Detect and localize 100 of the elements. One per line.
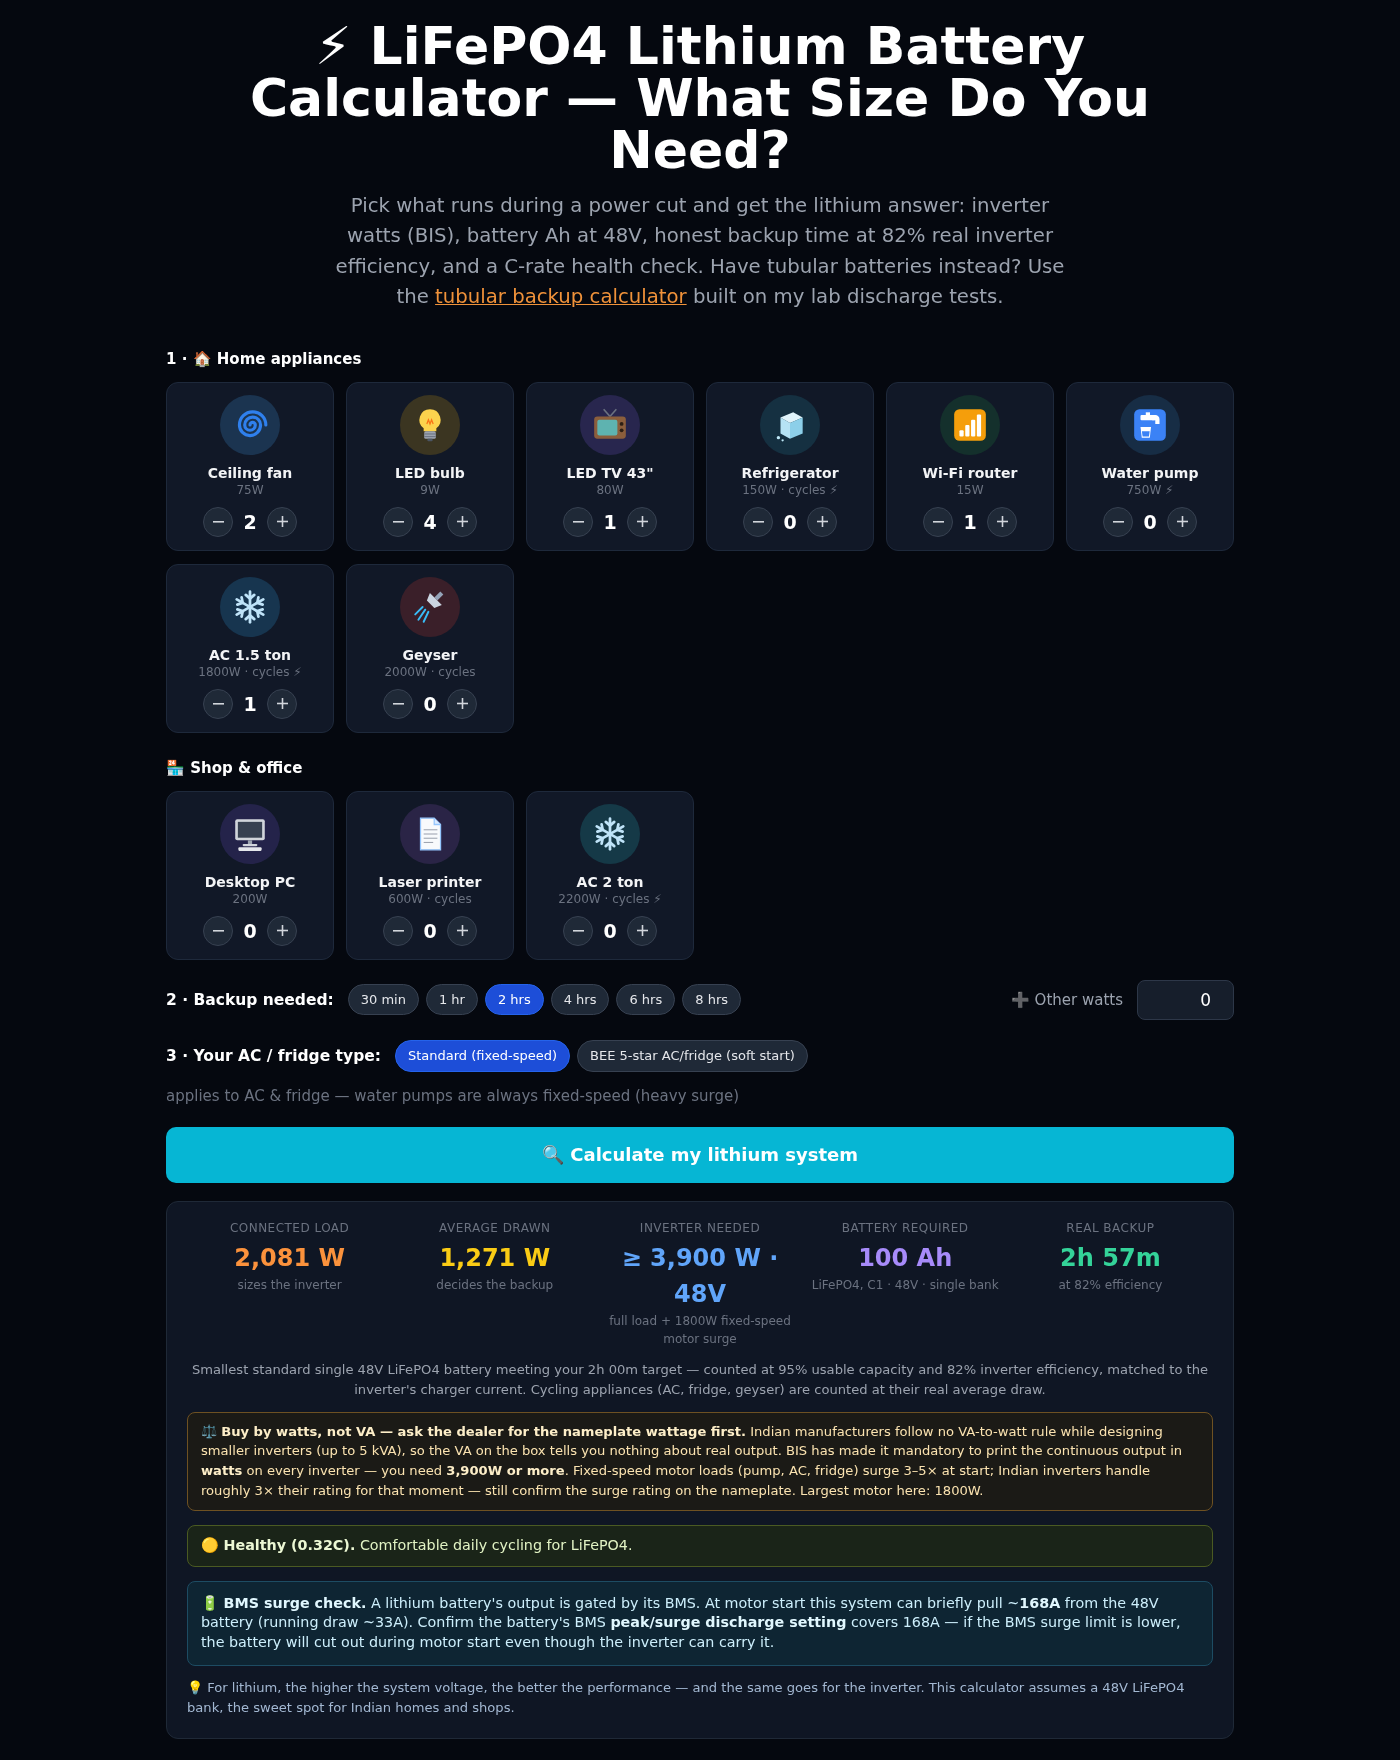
plus-icon [276, 925, 288, 937]
stat-label: BATTERY REQUIRED [841, 1219, 969, 1236]
increase-button[interactable] [987, 506, 1017, 537]
load-type-label: 3 · Your AC / fridge type: [166, 1046, 381, 1065]
appliance-name: Geyser [402, 645, 458, 664]
stat-value: ≥ 3,900 W · 48V [620, 1242, 780, 1310]
quantity-value: 0 [422, 691, 438, 717]
increase-button[interactable] [447, 688, 477, 719]
calculator-link[interactable]: tubular backup calculator [435, 285, 687, 309]
plus-icon [456, 925, 468, 937]
appliance-watts: 15W [956, 481, 984, 498]
appliance-name: AC 1.5 ton [209, 645, 291, 664]
decrease-button[interactable] [203, 688, 233, 719]
info-box: 🔋 BMS surge check. A lithium battery's output is gated by its BMS. At motor start this system can briefly pull ~168A from the 48V battery (running draw ~33A). Confirm the battery's BMS peak/surge discharge setting covers 168A — if the BMS surge limit is lower, the battery will cut out during motor start even though the inverter can carry it. [187, 1580, 1213, 1666]
other-watts-input[interactable]: 0 [1137, 979, 1234, 1020]
increase-button[interactable] [627, 915, 657, 946]
appliance-watts: 200W [232, 890, 268, 907]
plus-icon [456, 516, 468, 528]
increase-button[interactable] [1167, 506, 1197, 537]
plus-icon [636, 925, 648, 937]
backup-option[interactable]: 1 hr [425, 984, 478, 1016]
quantity-value: 0 [602, 918, 618, 944]
appliance-name: LED TV 43" [566, 463, 654, 482]
plus-icon [456, 698, 468, 710]
appliance-watts: 2200W · cycles ⚡ [558, 890, 662, 907]
appliance-watts: 9W [420, 481, 440, 498]
decrease-button[interactable] [743, 506, 773, 537]
stat-note: decides the backup [436, 1276, 554, 1294]
decrease-button[interactable] [563, 915, 593, 946]
quantity-value: 0 [1142, 509, 1158, 535]
decrease-button[interactable] [1103, 506, 1133, 537]
minus-icon [752, 520, 764, 523]
quantity-value: 1 [242, 691, 258, 717]
increase-button[interactable] [267, 688, 297, 719]
minus-icon [392, 929, 404, 932]
decrease-button[interactable] [383, 688, 413, 719]
stat-value: 2,081 W [234, 1242, 345, 1274]
minus-icon [212, 520, 224, 523]
appliance-name: Laser printer [378, 872, 482, 891]
minus-icon [392, 520, 404, 523]
minus-icon [1112, 520, 1124, 523]
status-box: 🟡 Healthy (0.32C). Comfortable daily cycling for LiFePO4. [187, 1524, 1213, 1567]
quantity-value: 1 [962, 509, 978, 535]
decrease-button[interactable] [563, 506, 593, 537]
increase-button[interactable] [447, 915, 477, 946]
appliance-watts: 750W ⚡ [1126, 481, 1174, 498]
plus-icon [276, 698, 288, 710]
load-type-option[interactable]: BEE 5-star AC/fridge (soft start) [577, 1039, 808, 1072]
stat-note: sizes the inverter [237, 1276, 342, 1294]
appliance-watts: 2000W · cycles [384, 663, 476, 680]
appliance-watts: 1800W · cycles ⚡ [198, 663, 302, 680]
load-type-option[interactable]: Standard (fixed-speed) [394, 1039, 571, 1072]
appliance-name: Wi-Fi router [922, 463, 1018, 482]
decrease-button[interactable] [203, 506, 233, 537]
quantity-value: 0 [422, 918, 438, 944]
quantity-value: 4 [422, 509, 438, 535]
plus-icon [276, 516, 288, 528]
appliance-watts: 600W · cycles [388, 890, 472, 907]
appliance-name: LED bulb [395, 463, 465, 482]
stat-label: REAL BACKUP [1066, 1219, 1155, 1236]
decrease-button[interactable] [383, 506, 413, 537]
minus-icon [212, 702, 224, 705]
increase-button[interactable] [807, 506, 837, 537]
quantity-value: 2 [242, 509, 258, 535]
quantity-value: 0 [242, 918, 258, 944]
advice-box: ⚖ Buy by watts, not VA — ask the dealer for the nameplate wattage first. Indian manufacturers follow no VA-to-watt rule while designing smaller inverters (up to 5 kVA), so the VA on the box tells you nothing about real output. BIS has made it mandatory to print the continuous output in watts on every inverter — you need 3,900W or more. Fixed-speed motor loads (pump, AC, fridge) surge 3–5× at start; Indian inverters handle roughly 3× their rating for that moment — still confirm the surge rating on the nameplate. Largest motor here: 1800W. [187, 1411, 1213, 1511]
appliance-name: Refrigerator [741, 463, 839, 482]
minus-icon [932, 520, 944, 523]
stat-note: LiFePO4, C1 · 48V · single bank [811, 1276, 999, 1294]
backup-option[interactable]: 8 hrs [682, 984, 741, 1016]
appliance-name: Ceiling fan [207, 463, 293, 482]
stat-note: full load + 1800W fixed-speed motor surge [608, 1312, 792, 1348]
appliance-watts: 75W [236, 481, 264, 498]
increase-button[interactable] [447, 506, 477, 537]
section-heading: 1 · 🏠 Home appliances [166, 348, 363, 369]
backup-label: 2 · Backup needed: [166, 990, 334, 1009]
stat-value: 2h 57m [1060, 1242, 1161, 1274]
summary-text: Smallest standard single 48V LiFePO4 battery meeting your 2h 00m target — counted at 95% usable capacity and 82% inverter efficiency, matched to the inverter's charger current. Cycling appliances (AC, fridge, geyser) are counted at their real average draw. [190, 1360, 1210, 1399]
quantity-value: 0 [782, 509, 798, 535]
stat-label: AVERAGE DRAWN [439, 1219, 551, 1236]
increase-button[interactable] [267, 506, 297, 537]
stat-note: at 82% efficiency [1058, 1276, 1163, 1294]
backup-option[interactable]: 6 hrs [616, 984, 676, 1016]
section-heading: 🏪 Shop & office [166, 757, 304, 778]
increase-button[interactable] [267, 915, 297, 946]
minus-icon [212, 929, 224, 932]
quantity-value: 1 [602, 509, 618, 535]
increase-button[interactable] [627, 506, 657, 537]
backup-option[interactable]: 2 hrs [484, 984, 544, 1016]
backup-option[interactable]: 4 hrs [550, 984, 610, 1016]
backup-option[interactable]: 30 min [347, 984, 419, 1016]
intro-text: Pick what runs during a power cut and get the lithium answer: inverter watts (BIS), battery Ah at 48V, honest backup time at 82% real inverter efficiency, and a C-rate health check. Have tubular batteries instead? Use the tubular backup calculator built on my lab discharge tests. [334, 193, 1066, 311]
plus-icon [816, 516, 828, 528]
decrease-button[interactable] [383, 915, 413, 946]
stat-value: 1,271 W [439, 1242, 551, 1274]
minus-icon [572, 520, 584, 523]
load-type-note: applies to AC & fridge — water pumps are always fixed-speed (heavy surge) [166, 1086, 741, 1105]
decrease-button[interactable] [923, 506, 953, 537]
plus-icon [636, 516, 648, 528]
decrease-button[interactable] [203, 915, 233, 946]
